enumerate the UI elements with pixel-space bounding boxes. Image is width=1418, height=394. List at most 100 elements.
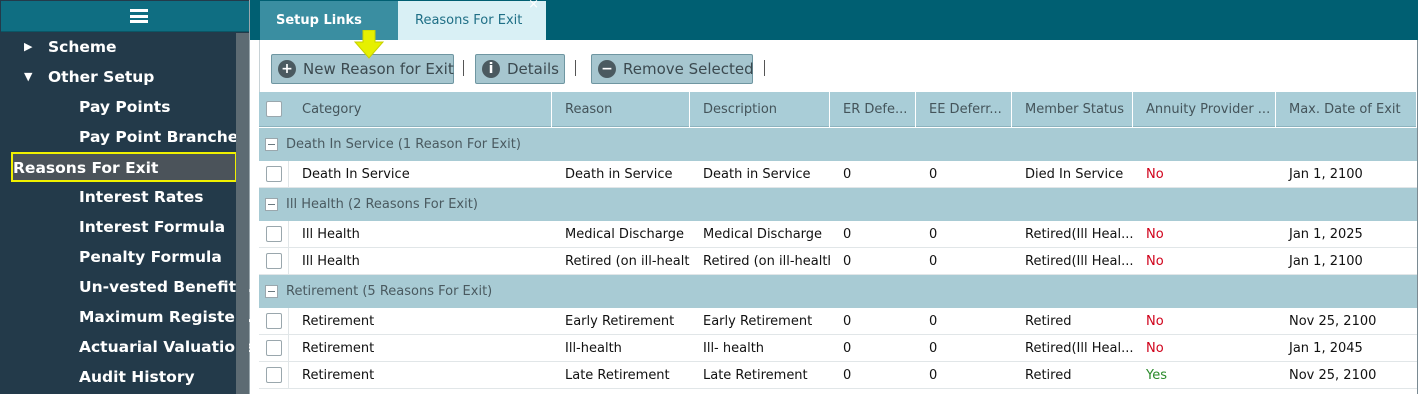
cell-er-defe: 0 xyxy=(843,227,852,242)
cell-member-status: Retired(Ill Heal... xyxy=(1025,254,1133,269)
sidebar-scrollbar[interactable] xyxy=(236,33,249,394)
cell-annuity-provider: No xyxy=(1146,314,1164,329)
cell-member-status: Died In Service xyxy=(1025,167,1124,182)
sidebar-item-actuarial-valuations[interactable]: Actuarial Valuations xyxy=(0,333,255,361)
cell-annuity-provider: No xyxy=(1146,167,1164,182)
hamburger-menu-icon[interactable] xyxy=(130,9,148,23)
sidebar-item-label: Pay Points xyxy=(79,98,171,116)
sidebar: ▶ Scheme ▼ Other Setup Pay Points Pay Point B… xyxy=(0,0,255,394)
cell-ee-deferr: 0 xyxy=(929,314,938,329)
sidebar-item-pay-point-branches[interactable]: Pay Point Branches xyxy=(0,123,248,151)
sidebar-item-label: Scheme xyxy=(48,38,117,56)
cell-reason: Ill-health xyxy=(565,341,622,356)
sidebar-item-interest-formula[interactable]: Interest Formula xyxy=(0,213,236,241)
group-label: Ill Health (2 Reasons For Exit) xyxy=(286,197,478,212)
caret-right-icon[interactable]: ▶ xyxy=(24,33,32,61)
column-header-annuity-provider[interactable]: Annuity Provider ... xyxy=(1133,92,1276,127)
cell-annuity-provider: No xyxy=(1146,254,1164,269)
arrow-pointer-icon xyxy=(354,30,384,59)
row-checkbox[interactable] xyxy=(266,313,282,329)
cell-category: Retirement xyxy=(302,314,375,329)
sidebar-header xyxy=(1,1,249,32)
sidebar-item-other-setup[interactable]: ▼ Other Setup xyxy=(0,63,236,91)
collapse-icon[interactable] xyxy=(265,285,278,298)
cell-description: Medical Discharge xyxy=(703,227,823,242)
cell-category: Ill Health xyxy=(302,227,360,242)
tab-reasons-for-exit[interactable]: Reasons For Exit × xyxy=(398,0,546,40)
cell-max-date-of-exit: Jan 1, 2100 xyxy=(1289,167,1363,182)
group-row[interactable]: Ill Health (2 Reasons For Exit) xyxy=(259,188,1417,221)
info-icon: i xyxy=(482,60,500,78)
toolbar-divider xyxy=(764,60,765,76)
table-row[interactable]: Ill Health Retired (on ill-health Retired … xyxy=(259,248,1417,275)
tab-bar: Setup Links Reasons For Exit × xyxy=(250,0,1418,40)
sidebar-item-reasons-for-exit[interactable]: Reasons For Exit xyxy=(11,152,237,182)
sidebar-item-label: Penalty Formula xyxy=(79,248,222,266)
toolbar-divider xyxy=(463,60,464,76)
group-row[interactable]: Death In Service (1 Reason For Exit) xyxy=(259,128,1417,161)
cell-er-defe: 0 xyxy=(843,167,852,182)
cell-ee-deferr: 0 xyxy=(929,254,938,269)
sidebar-item-audit-history[interactable]: Audit History xyxy=(0,363,236,391)
cell-member-status: Retired xyxy=(1025,314,1072,329)
sidebar-item-label: Un-vested Benefit... xyxy=(79,278,254,296)
column-header-description[interactable]: Description xyxy=(690,92,830,127)
row-checkbox[interactable] xyxy=(266,226,282,242)
column-header-reason[interactable]: Reason xyxy=(552,92,690,127)
row-checkbox[interactable] xyxy=(266,340,282,356)
row-checkbox[interactable] xyxy=(266,166,282,182)
sidebar-item-maximum-registe[interactable]: Maximum Registe... xyxy=(0,303,253,331)
details-button[interactable]: i Details xyxy=(475,54,565,84)
table-row[interactable]: Retirement Ill-health Ill- health 0 0 Retired… xyxy=(259,335,1417,362)
cell-max-date-of-exit: Jan 1, 2100 xyxy=(1289,254,1363,269)
cell-description: Early Retirement xyxy=(703,314,813,329)
row-checkbox[interactable] xyxy=(266,253,282,269)
group-label: Death In Service (1 Reason For Exit) xyxy=(286,137,521,152)
column-header-category[interactable]: Category xyxy=(289,92,552,127)
close-icon[interactable]: × xyxy=(528,0,539,15)
select-all-checkbox[interactable] xyxy=(266,101,282,117)
sidebar-item-label: Audit History xyxy=(79,368,195,386)
cell-member-status: Retired(Ill Heal... xyxy=(1025,227,1133,242)
cell-max-date-of-exit: Jan 1, 2025 xyxy=(1289,227,1363,242)
sidebar-item-un-vested-benefit[interactable]: Un-vested Benefit... xyxy=(0,273,254,301)
column-header-member-status[interactable]: Member Status xyxy=(1012,92,1133,127)
collapse-icon[interactable] xyxy=(265,138,278,151)
table-row[interactable]: Retirement Late Retirement Late Retirement… xyxy=(259,362,1417,389)
cell-reason: Late Retirement xyxy=(565,368,670,383)
cell-description: Death in Service xyxy=(703,167,811,182)
toolbar: + New Reason for Exit i Details − Remove… xyxy=(259,30,1417,92)
sidebar-item-label: Maximum Registe... xyxy=(79,308,253,326)
sidebar-item-interest-rates[interactable]: Interest Rates xyxy=(0,183,236,211)
column-header-ee-deferr[interactable]: EE Deferr... xyxy=(916,92,1012,127)
cell-annuity-provider: Yes xyxy=(1146,368,1167,383)
cell-reason: Early Retirement xyxy=(565,314,675,329)
sidebar-item-scheme[interactable]: ▶ Scheme xyxy=(0,33,236,61)
cell-category: Retirement xyxy=(302,368,375,383)
column-header-er-defe[interactable]: ER Defe... xyxy=(830,92,916,127)
cell-max-date-of-exit: Nov 25, 2100 xyxy=(1289,368,1377,383)
remove-selected-button[interactable]: − Remove Selected xyxy=(591,54,754,84)
sidebar-item-label: Interest Formula xyxy=(79,218,226,236)
column-header-max-date-of-exit[interactable]: Max. Date of Exit xyxy=(1276,92,1417,127)
cell-annuity-provider: No xyxy=(1146,227,1164,242)
tab-label: Reasons For Exit xyxy=(415,13,523,28)
cell-category: Death In Service xyxy=(302,167,410,182)
cell-max-date-of-exit: Jan 1, 2045 xyxy=(1289,341,1363,356)
sidebar-item-label: Pay Point Branches xyxy=(79,128,248,146)
cell-reason: Medical Discharge xyxy=(565,227,685,242)
sidebar-item-label: Actuarial Valuations xyxy=(79,338,256,356)
cell-reason: Retired (on ill-health xyxy=(565,254,690,269)
table-row[interactable]: Retirement Early Retirement Early Retireme… xyxy=(259,308,1417,335)
caret-down-icon[interactable]: ▼ xyxy=(24,63,32,91)
sidebar-item-pay-points[interactable]: Pay Points xyxy=(0,93,236,121)
table-row[interactable]: Death In Service Death in Service Death in… xyxy=(259,161,1417,188)
group-row[interactable]: Retirement (5 Reasons For Exit) xyxy=(259,275,1417,308)
sidebar-item-penalty-formula[interactable]: Penalty Formula xyxy=(0,243,236,271)
tab-label: Setup Links xyxy=(276,13,362,28)
row-checkbox[interactable] xyxy=(266,367,282,383)
table-row[interactable]: Ill Health Medical Discharge Medical Disch… xyxy=(259,221,1417,248)
cell-category: Ill Health xyxy=(302,254,360,269)
cell-ee-deferr: 0 xyxy=(929,167,938,182)
collapse-icon[interactable] xyxy=(265,198,278,211)
